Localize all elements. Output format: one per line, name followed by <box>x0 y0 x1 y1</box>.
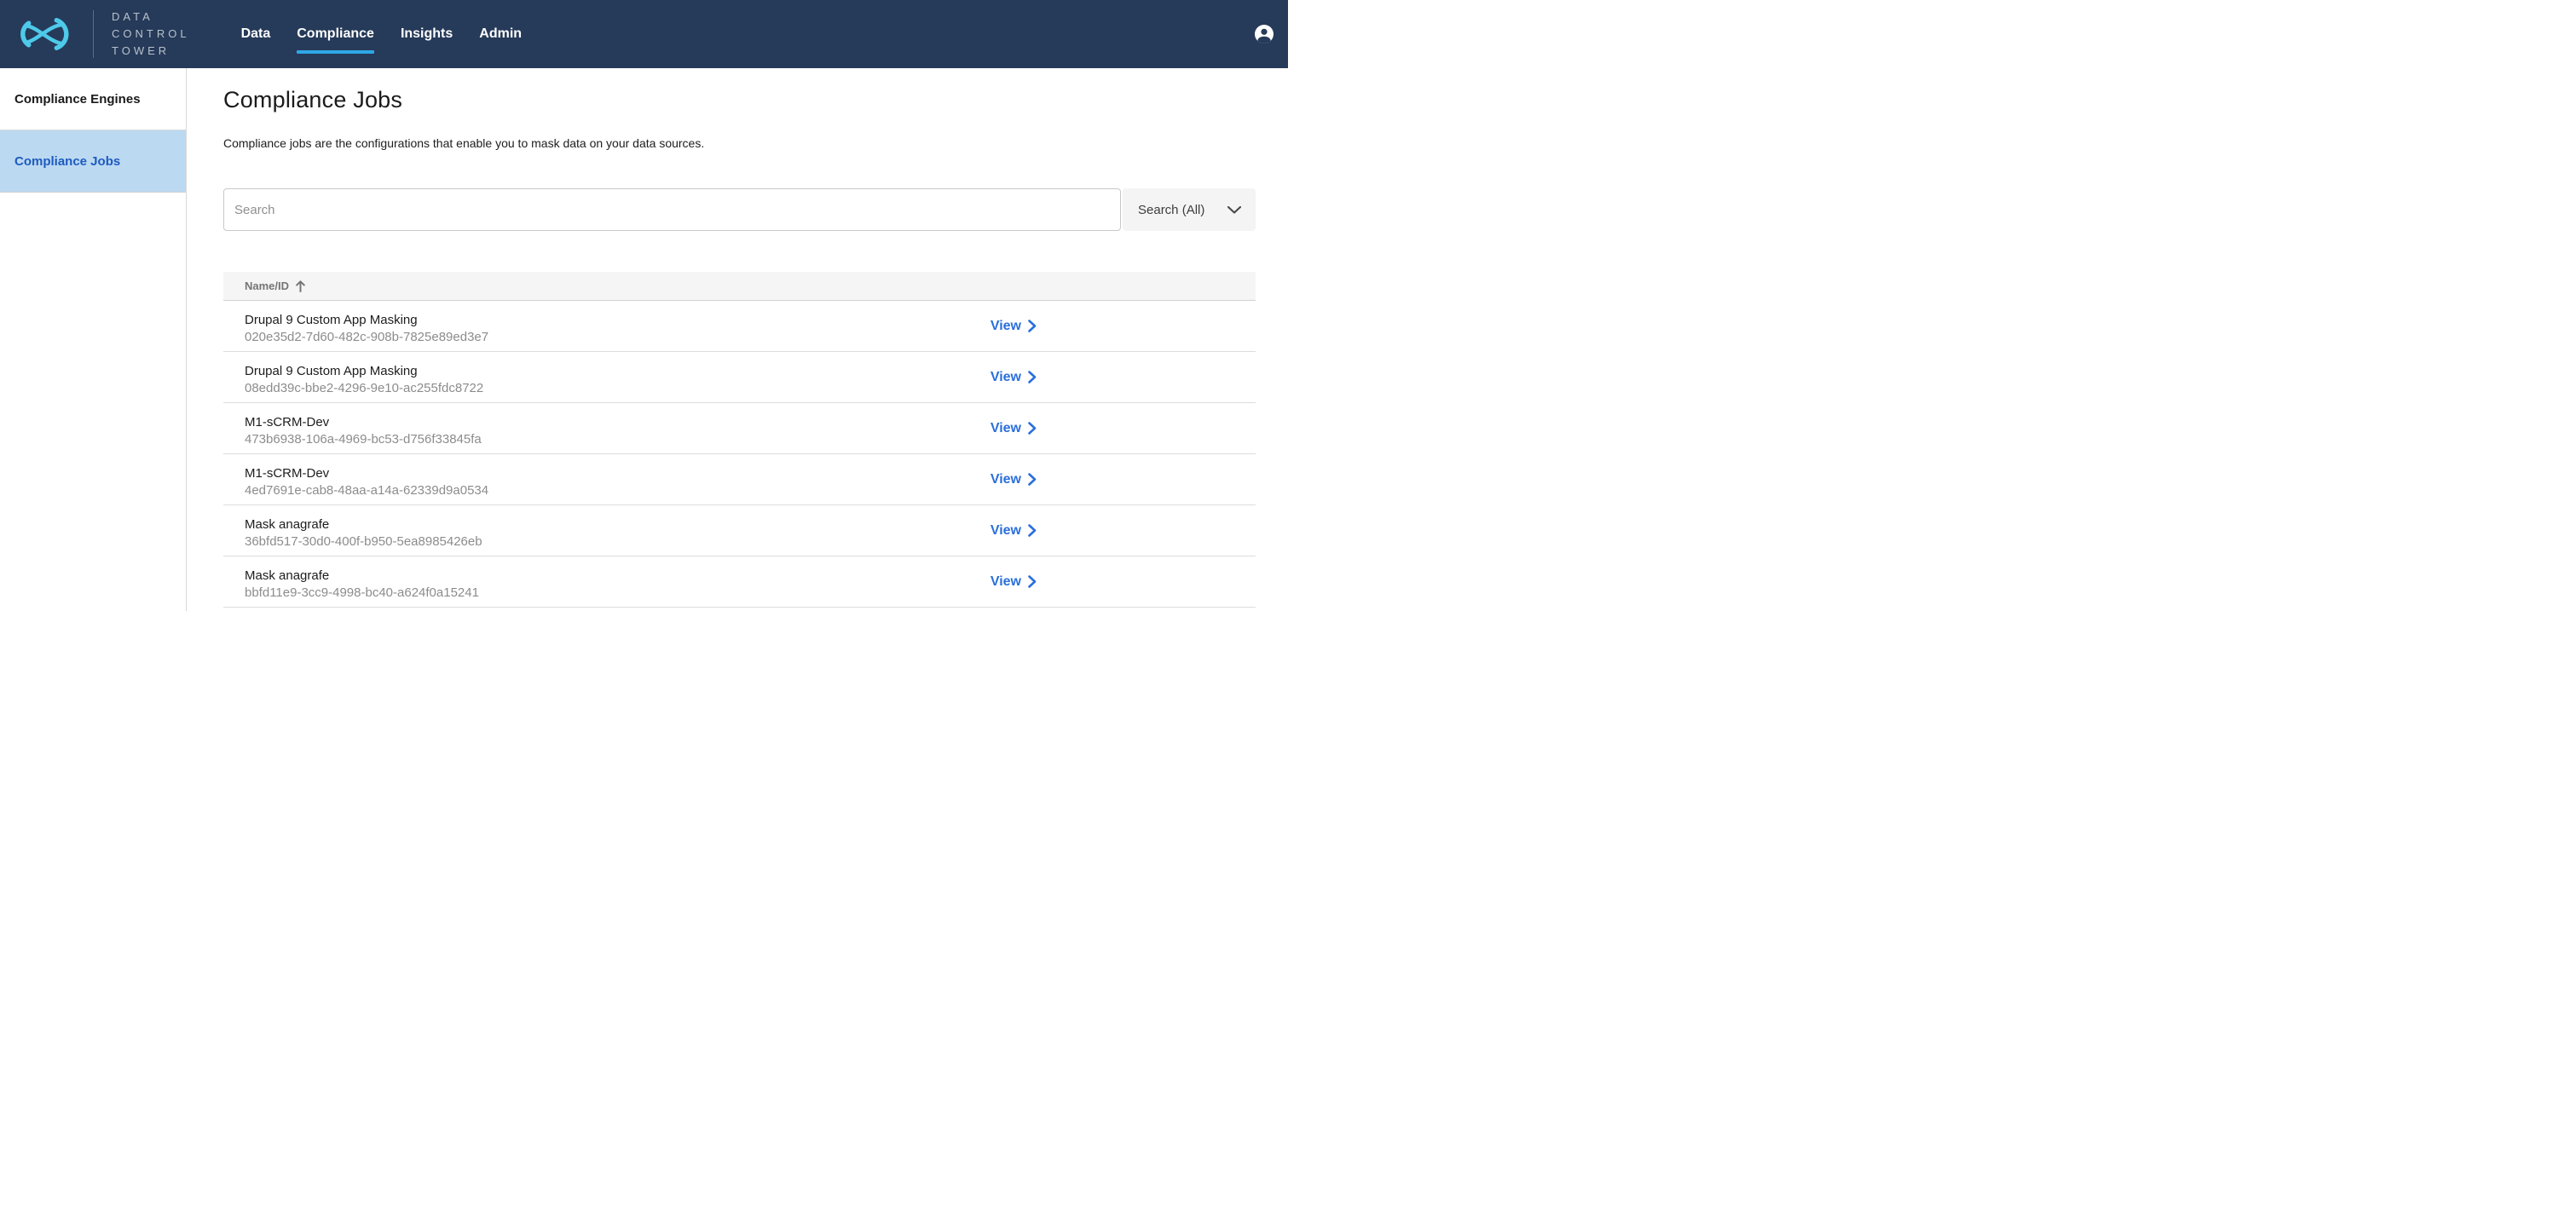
view-label: View <box>991 421 1021 436</box>
table-row: Drupal 9 Custom App Masking 08edd39c-bbe… <box>223 352 1256 403</box>
job-name: Mask anagrafe <box>245 516 991 533</box>
search-scope-dropdown[interactable]: Search (All) <box>1123 188 1256 231</box>
wordmark-line: DATA <box>112 9 190 26</box>
logo-divider <box>93 10 94 58</box>
job-name: Drupal 9 Custom App Masking <box>245 312 991 328</box>
chevron-right-icon <box>1028 371 1037 383</box>
chevron-right-icon <box>1028 422 1037 435</box>
job-cell: Mask anagrafe bbfd11e9-3cc9-4998-bc40-a6… <box>245 568 991 601</box>
table-row: M1-sCRM-Dev 4ed7691e-cab8-48aa-a14a-6233… <box>223 454 1256 505</box>
search-scope-label: Search (All) <box>1138 203 1204 217</box>
job-id: 36bfd517-30d0-400f-b950-5ea8985426eb <box>245 533 991 550</box>
page-description: Compliance jobs are the configurations t… <box>223 136 1256 150</box>
view-label: View <box>991 370 1021 385</box>
view-button[interactable]: View <box>991 523 1037 539</box>
job-id: 4ed7691e-cab8-48aa-a14a-62339d9a0534 <box>245 482 991 499</box>
job-id: bbfd11e9-3cc9-4998-bc40-a624f0a15241 <box>245 585 991 601</box>
nav-item[interactable]: Compliance <box>297 25 374 43</box>
delphix-logo-icon[interactable] <box>12 17 76 51</box>
column-header-name-id[interactable]: Name/ID <box>223 272 1256 301</box>
job-name: M1-sCRM-Dev <box>245 414 991 430</box>
compliance-sidebar: Compliance Engines Compliance Jobs <box>0 68 187 611</box>
nav-item[interactable]: Admin <box>479 25 522 43</box>
chevron-right-icon <box>1028 320 1037 332</box>
nav-item[interactable]: Data <box>241 25 271 43</box>
column-header-label: Name/ID <box>245 280 289 292</box>
page-title: Compliance Jobs <box>223 87 1256 113</box>
job-cell: M1-sCRM-Dev 4ed7691e-cab8-48aa-a14a-6233… <box>245 465 991 499</box>
chevron-right-icon <box>1028 524 1037 537</box>
job-id: 08edd39c-bbe2-4296-9e10-ac255fdc8722 <box>245 380 991 396</box>
search-row: Search (All) <box>223 188 1256 231</box>
job-cell: M1-sCRM-Dev 473b6938-106a-4969-bc53-d756… <box>245 414 991 447</box>
table-body: Drupal 9 Custom App Masking 020e35d2-7d6… <box>223 301 1256 608</box>
wordmark-line: CONTROL <box>112 26 190 43</box>
view-button[interactable]: View <box>991 370 1037 385</box>
compliance-jobs-table: Name/ID Drupal 9 Custom App Masking 020e… <box>223 272 1256 608</box>
table-row: Drupal 9 Custom App Masking 020e35d2-7d6… <box>223 301 1256 352</box>
view-button[interactable]: View <box>991 421 1037 436</box>
view-label: View <box>991 574 1021 590</box>
view-label: View <box>991 523 1021 539</box>
chevron-right-icon <box>1028 575 1037 588</box>
view-button[interactable]: View <box>991 319 1037 334</box>
wordmark-line: TOWER <box>112 43 190 60</box>
job-cell: Drupal 9 Custom App Masking 020e35d2-7d6… <box>245 312 991 345</box>
job-id: 020e35d2-7d60-482c-908b-7825e89ed3e7 <box>245 329 991 345</box>
sidebar-item[interactable]: Compliance Engines <box>0 68 186 130</box>
view-button[interactable]: View <box>991 472 1037 487</box>
main-content: Compliance Jobs Compliance jobs are the … <box>188 68 1288 611</box>
table-row: Mask anagrafe bbfd11e9-3cc9-4998-bc40-a6… <box>223 556 1256 608</box>
chevron-down-icon <box>1227 206 1241 214</box>
job-id: 473b6938-106a-4969-bc53-d756f33845fa <box>245 431 991 447</box>
job-cell: Drupal 9 Custom App Masking 08edd39c-bbe… <box>245 363 991 396</box>
account-circle-icon[interactable] <box>1255 25 1274 43</box>
primary-nav: Data Compliance Insights Admin <box>241 25 523 43</box>
job-name: M1-sCRM-Dev <box>245 465 991 481</box>
nav-item[interactable]: Insights <box>401 25 453 43</box>
job-name: Mask anagrafe <box>245 568 991 584</box>
view-label: View <box>991 319 1021 334</box>
arrow-up-icon <box>296 280 305 292</box>
table-row: Mask anagrafe 36bfd517-30d0-400f-b950-5e… <box>223 505 1256 556</box>
chevron-right-icon <box>1028 473 1037 486</box>
view-button[interactable]: View <box>991 574 1037 590</box>
sidebar-item[interactable]: Compliance Jobs <box>0 130 186 193</box>
job-name: Drupal 9 Custom App Masking <box>245 363 991 379</box>
search-input[interactable] <box>223 188 1121 231</box>
view-label: View <box>991 472 1021 487</box>
job-cell: Mask anagrafe 36bfd517-30d0-400f-b950-5e… <box>245 516 991 550</box>
table-row: M1-sCRM-Dev 473b6938-106a-4969-bc53-d756… <box>223 403 1256 454</box>
brand-wordmark: DATA CONTROL TOWER <box>112 9 190 60</box>
top-navbar: DATA CONTROL TOWER Data Compliance Insig… <box>0 0 1288 68</box>
